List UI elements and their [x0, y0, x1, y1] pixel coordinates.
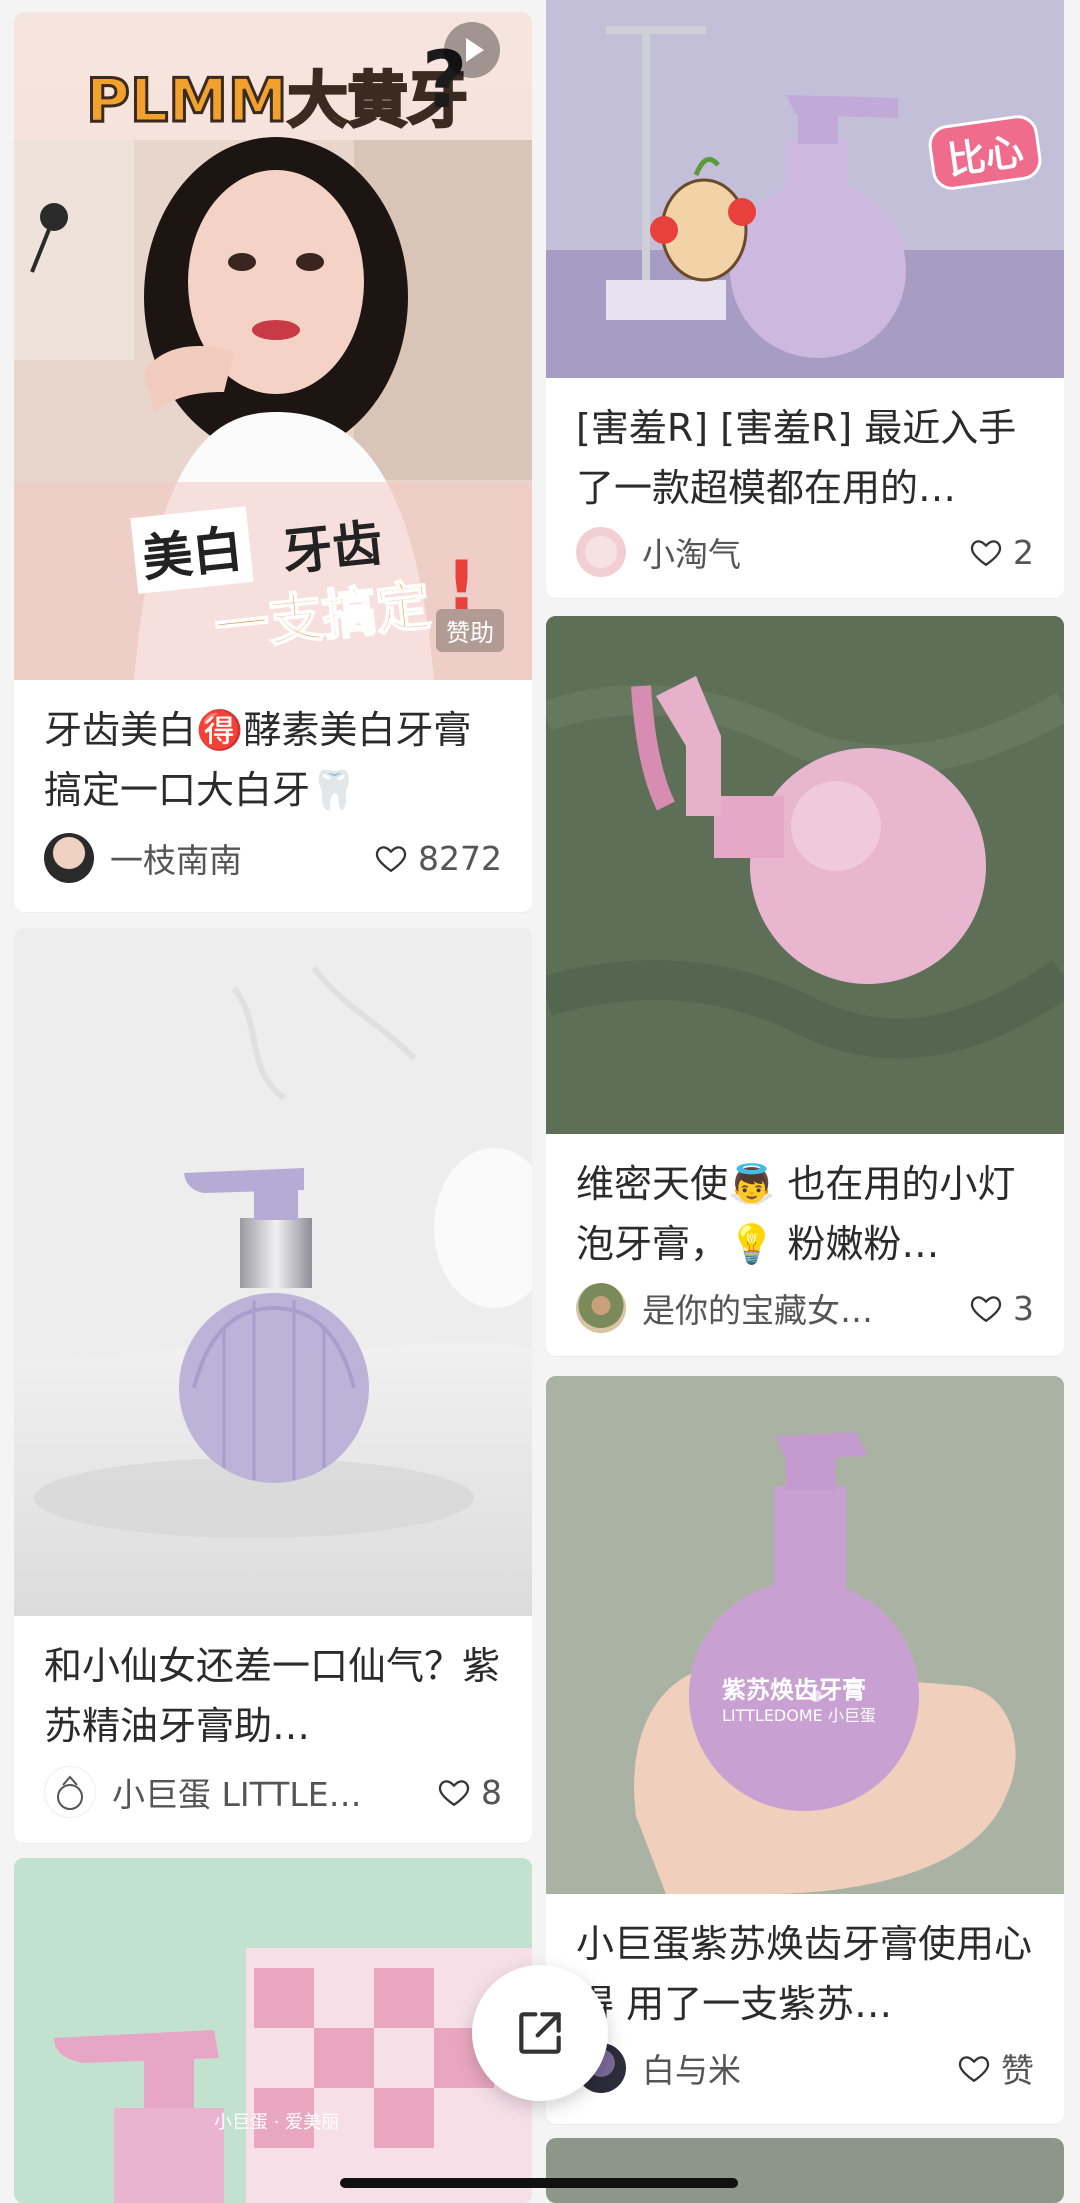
share-button[interactable]: [472, 1965, 608, 2101]
feed-card[interactable]: 维密天使👼 也在用的小灯泡牙膏，💡 粉嫩粉… 是你的宝藏女… 3: [546, 616, 1064, 1356]
card-image: PLMM大黄牙 ? 美白 牙齿 一支搞定 ! 赞助: [14, 12, 532, 680]
like-button[interactable]: 8272: [374, 839, 502, 878]
product-photo: [14, 1858, 532, 2203]
author-name[interactable]: 小巨蛋 LITTLE…: [112, 1768, 362, 1816]
author-name[interactable]: 小淘气: [642, 528, 741, 576]
box-watermark: 小巨蛋 · 爱美丽: [214, 2112, 340, 2133]
card-image: [14, 928, 532, 1616]
product-photo: [546, 616, 1064, 1134]
feed-card[interactable]: 和小仙女还差一口仙气？紫苏精油牙膏助… 小巨蛋 LITTLE… 8: [14, 928, 532, 1843]
heart-icon: [958, 2056, 990, 2083]
avatar[interactable]: [576, 1283, 626, 1333]
heart-icon: [375, 846, 407, 873]
feed-card[interactable]: 紫苏焕齿牙膏 LITTLEDOME 小巨蛋 小巨蛋紫苏焕齿牙膏使用心得 用了一支…: [546, 1376, 1064, 2124]
card-meta: 是你的宝藏女… 3: [576, 1280, 1034, 1336]
author-name[interactable]: 白与米: [642, 2044, 741, 2092]
like-count: 赞: [1001, 2051, 1034, 2090]
card-title[interactable]: 牙齿美白🉐酵素美白牙膏搞定一口大白牙🦷: [44, 700, 502, 820]
author-name[interactable]: 是你的宝藏女…: [642, 1284, 873, 1332]
like-button[interactable]: 8: [437, 1773, 502, 1812]
card-image: 紫苏焕齿牙膏 LITTLEDOME 小巨蛋: [546, 1376, 1064, 1894]
like-count: 3: [1013, 1288, 1034, 1328]
heart-icon: [970, 1296, 1002, 1323]
card-meta: 小淘气 2: [576, 524, 1034, 580]
like-button[interactable]: 2: [969, 533, 1034, 572]
product-photo: [14, 928, 532, 1538]
card-meta: 一枝南南 8272: [44, 830, 502, 886]
avatar[interactable]: [44, 1766, 96, 1818]
home-indicator[interactable]: [340, 2178, 738, 2188]
card-image: [546, 2138, 1064, 2203]
card-image: 小巨蛋 · 爱美丽: [14, 1858, 532, 2203]
bottle-label-2: LITTLEDOME 小巨蛋: [722, 1706, 876, 1725]
heart-icon: [970, 540, 1002, 567]
card-title[interactable]: 维密天使👼 也在用的小灯泡牙膏，💡 粉嫩粉…: [576, 1154, 1034, 1274]
like-count: 2: [1013, 532, 1034, 572]
avatar[interactable]: [44, 833, 94, 883]
like-count: 8272: [418, 838, 502, 878]
card-title[interactable]: 和小仙女还差一口仙气？紫苏精油牙膏助…: [44, 1636, 502, 1756]
card-meta: 白与米 赞: [576, 2040, 1034, 2096]
bottle-label-1: 紫苏焕齿牙膏: [722, 1676, 866, 1704]
card-title[interactable]: [害羞R] [害羞R] 最近入手了一款超模都在用的…: [576, 398, 1034, 518]
card-title[interactable]: 小巨蛋紫苏焕齿牙膏使用心得 用了一支紫苏…: [576, 1914, 1034, 2034]
card-image: [546, 616, 1064, 1134]
author-name[interactable]: 一枝南南: [110, 834, 242, 882]
video-play-icon: [444, 22, 500, 78]
heart-icon: [438, 1780, 470, 1807]
feed-card[interactable]: 小巨蛋 · 爱美丽: [14, 1858, 532, 2203]
avatar[interactable]: [576, 527, 626, 577]
share-external-icon: [519, 2012, 561, 2054]
like-count: 8: [481, 1772, 502, 1812]
feed-card[interactable]: PLMM大黄牙 ? 美白 牙齿 一支搞定 ! 赞助 牙齿美白🉐酵素美白牙膏搞定一…: [14, 12, 532, 912]
feed-card[interactable]: 比心 [害羞R] [害羞R] 最近入手了一款超模都在用的… 小淘气 2: [546, 0, 1064, 598]
like-button[interactable]: 3: [969, 1289, 1034, 1328]
like-button[interactable]: 赞: [957, 2044, 1034, 2092]
overlay-title: PLMM大黄牙: [85, 65, 470, 138]
product-photo: [546, 1376, 1064, 1894]
card-meta: 小巨蛋 LITTLE… 8: [44, 1764, 502, 1820]
feed-card[interactable]: [546, 2138, 1064, 2203]
card-image: 比心: [546, 0, 1064, 378]
product-photo: [546, 0, 1064, 378]
sponsor-badge: 赞助: [436, 609, 504, 652]
